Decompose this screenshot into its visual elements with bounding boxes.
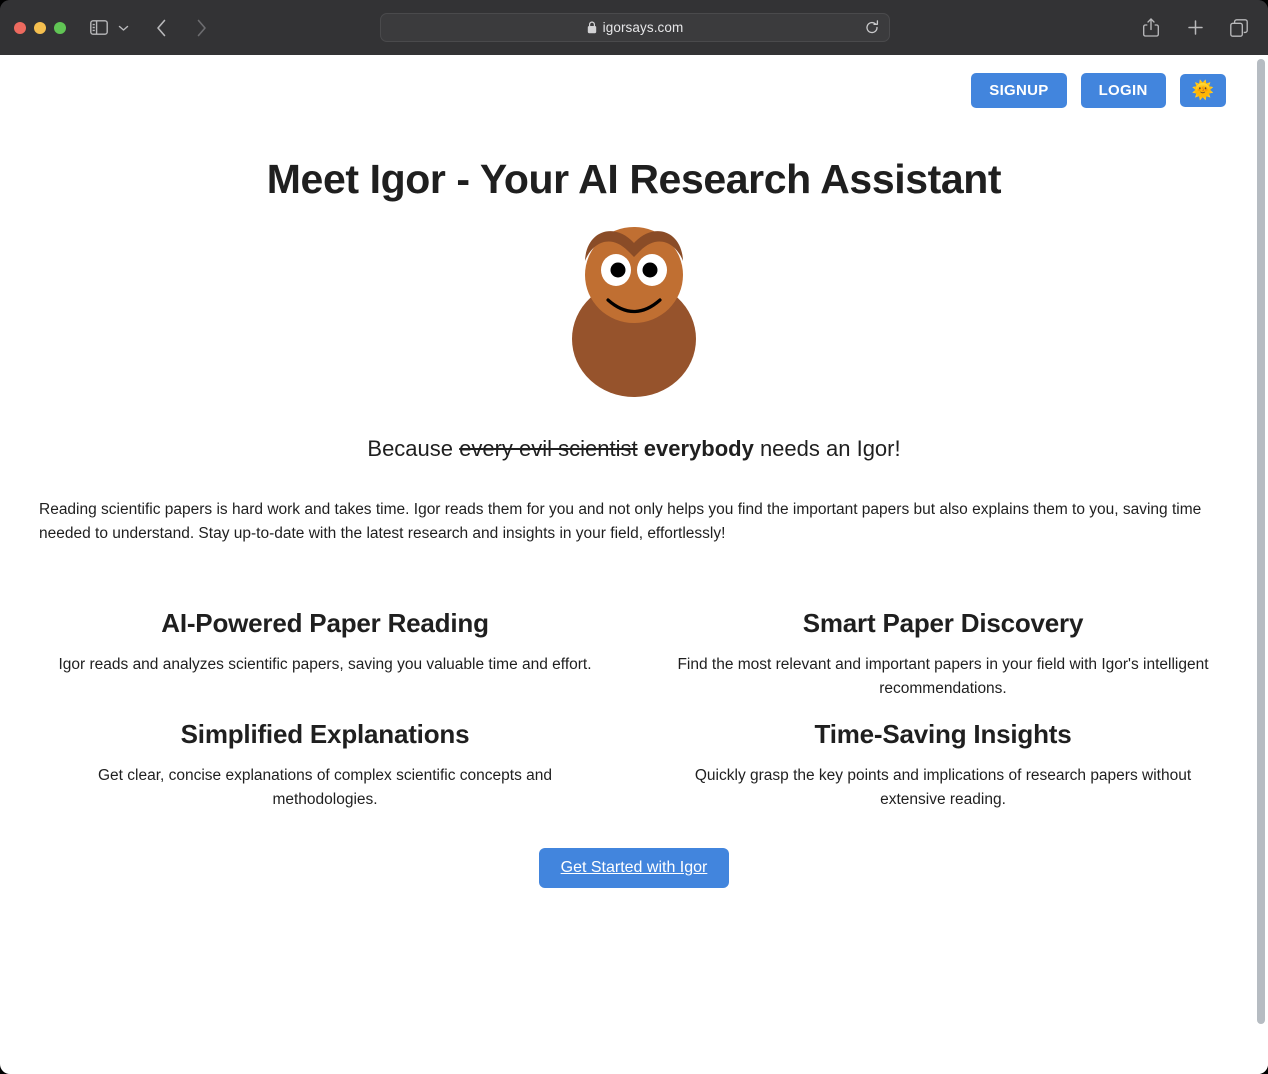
feature-card: Time-Saving Insights Quickly grasp the k… [642,701,1244,812]
browser-toolbar: igorsays.com [0,0,1268,55]
login-button[interactable]: LOGIN [1080,73,1166,108]
forward-arrow-icon[interactable] [188,15,214,41]
tab-overview-icon[interactable] [1226,15,1252,41]
url-text: igorsays.com [602,20,684,35]
sidebar-toggle-icon[interactable] [86,15,112,41]
feature-title: Simplified Explanations [180,719,470,750]
share-icon[interactable] [1138,15,1164,41]
theme-toggle-button[interactable]: 🌞 [1179,73,1226,108]
get-started-label: Get Started with Igor [560,859,708,877]
page-content: SIGNUP LOGIN 🌞 Meet Igor - Your AI Resea… [0,55,1268,1074]
sun-icon: 🌞 [1191,79,1214,100]
address-bar-content: igorsays.com [587,20,684,35]
feature-body: Find the most relevant and important pap… [677,656,1209,698]
tagline-bold-text: everybody [643,436,754,461]
address-bar[interactable]: igorsays.com [380,13,890,42]
get-started-button[interactable]: Get Started with Igor [538,848,730,889]
page-scrollbar[interactable] [1253,55,1268,1074]
page-title: Meet Igor - Your AI Research Assistant [266,156,1002,202]
lock-icon [587,21,597,34]
minimize-window-button[interactable] [34,21,46,34]
back-arrow-icon[interactable] [148,15,174,41]
tagline-struck-text: every evil scientist [459,436,638,461]
address-bar-container: igorsays.com [380,13,890,42]
mascot-container [20,217,1248,402]
cta-container: Get Started with Igor [20,848,1248,889]
features-grid: AI-Powered Paper Reading Igor reads and … [24,590,1244,812]
reload-icon[interactable] [865,20,879,35]
navigation-buttons [148,15,214,41]
feature-body: Igor reads and analyzes scientific paper… [58,656,592,674]
feature-title: Smart Paper Discovery [802,608,1084,639]
tagline-suffix: needs an Igor! [753,436,901,461]
feature-title: Time-Saving Insights [814,719,1072,750]
feature-title: AI-Powered Paper Reading [161,608,489,639]
tagline: Because every evil scientist everybody n… [20,436,1248,462]
close-window-button[interactable] [14,21,26,34]
feature-body: Get clear, concise explanations of compl… [97,767,553,809]
plus-icon[interactable] [1182,15,1208,41]
intro-paragraph: Reading scientific papers is hard work a… [39,501,1202,543]
window-controls [14,21,66,34]
mascot-pupil-right [642,262,658,278]
sidebar-controls [86,15,132,41]
scrollbar-thumb[interactable] [1257,59,1265,1024]
site-header: SIGNUP LOGIN 🌞 [20,55,1248,108]
chevron-down-icon[interactable] [114,16,132,40]
maximize-window-button[interactable] [54,21,66,34]
feature-card: AI-Powered Paper Reading Igor reads and … [24,590,626,701]
mascot-pupil-left [610,262,626,278]
feature-body: Quickly grasp the key points and implica… [694,767,1192,809]
browser-window: igorsays.com SIGNUP LOGIN 🌞 Meet Igor - … [0,0,1268,1074]
page-viewport: SIGNUP LOGIN 🌞 Meet Igor - Your AI Resea… [0,55,1268,1074]
feature-card: Simplified Explanations Get clear, conci… [24,701,626,812]
toolbar-right-actions [1138,0,1252,55]
igor-owl-mascot [572,227,696,397]
signup-button[interactable]: SIGNUP [971,73,1067,108]
tagline-prefix: Because [367,436,460,461]
feature-card: Smart Paper Discovery Find the most rele… [642,590,1244,701]
